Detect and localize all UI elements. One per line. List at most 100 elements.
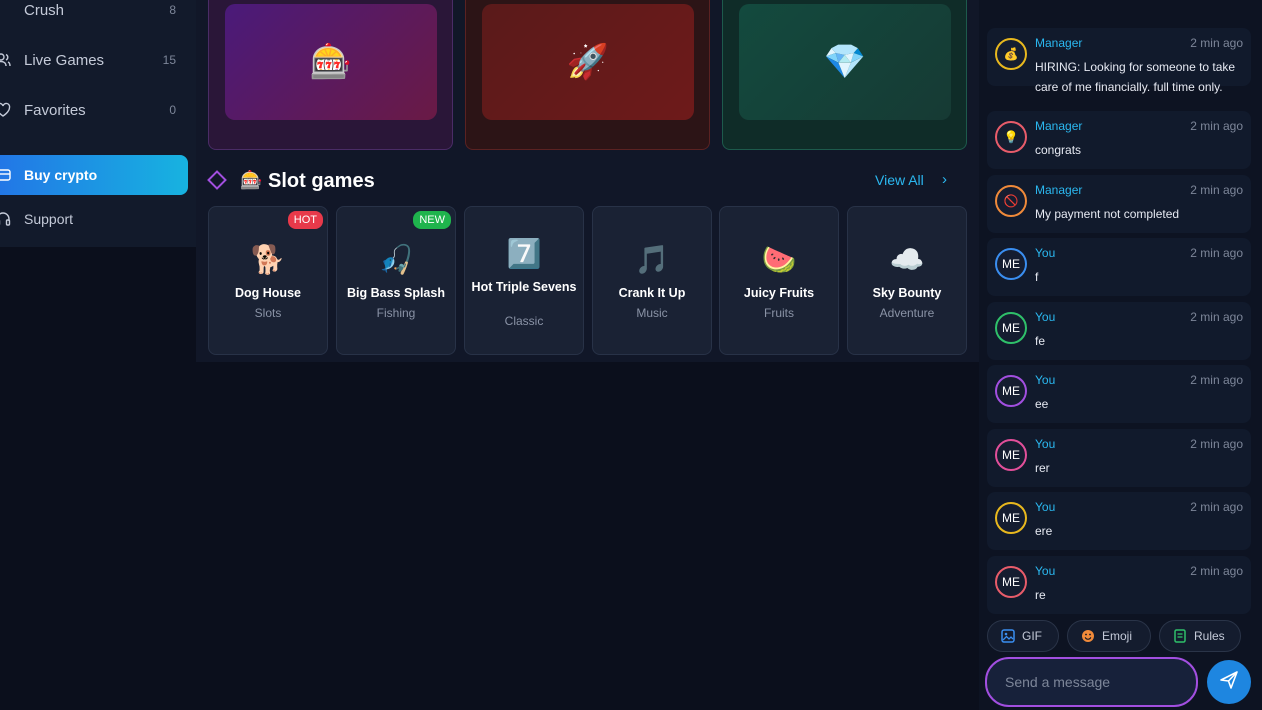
rules-button[interactable]: Rules — [1159, 620, 1241, 652]
buy-crypto-label: Buy crypto — [24, 167, 98, 183]
avatar: 💡 — [995, 121, 1027, 153]
chat-message: 🚫 Manager 2 min ago My payment not compl… — [987, 175, 1251, 233]
message-input[interactable] — [985, 657, 1198, 707]
sidebar: Crush 8 Live Games 15 Favorites 0 Buy cr… — [0, 0, 196, 247]
message-author: Manager — [1035, 119, 1083, 133]
message-time: 2 min ago — [1190, 373, 1243, 387]
game-category: Music — [636, 306, 668, 320]
game-name: Juicy Fruits — [743, 286, 815, 300]
avatar: 🚫 — [995, 185, 1027, 217]
message-text: ere — [1035, 524, 1053, 538]
chat-message: ME You 2 min ago re — [987, 556, 1251, 614]
game-name: Crank It Up — [618, 286, 686, 300]
chat-panel: 💰 Manager 2 min ago HIRING: Looking for … — [979, 0, 1262, 710]
game-card-sky-bounty[interactable]: ☁️ Sky Bounty Adventure — [847, 206, 967, 355]
game-card-big-bass-splash[interactable]: NEW 🎣 Big Bass Splash Fishing — [336, 206, 456, 355]
sidebar-item-count: 0 — [169, 103, 176, 117]
slot-machine-icon: 🎰 — [225, 4, 437, 120]
message-text: My payment not completed — [1035, 207, 1180, 221]
message-author: You — [1035, 373, 1056, 387]
message-time: 2 min ago — [1190, 500, 1243, 514]
sidebar-item-crush[interactable]: Crush 8 — [0, 0, 188, 30]
message-author: You — [1035, 310, 1056, 324]
message-author: Manager — [1035, 183, 1083, 197]
sidebar-item-favorites[interactable]: Favorites 0 — [0, 90, 188, 130]
sidebar-item-support[interactable]: Support — [0, 199, 188, 239]
fishing-icon: 🎣 — [378, 244, 414, 275]
game-card-juicy-fruits[interactable]: 🍉 Juicy Fruits Fruits — [719, 206, 839, 355]
heart-icon — [0, 101, 12, 119]
message-text: f — [1035, 270, 1039, 284]
game-card-hot-triple-sevens[interactable]: 7️⃣ Hot Triple Sevens Classic — [464, 206, 584, 355]
avatar: 💰 — [995, 38, 1027, 70]
new-badge: NEW — [413, 211, 451, 229]
emoji-button[interactable]: Emoji — [1067, 620, 1151, 652]
section-title: Slot games — [268, 170, 375, 192]
avatar: ME — [995, 312, 1027, 344]
message-text: re — [1035, 588, 1046, 602]
featured-game-card[interactable]: 🎰 — [208, 0, 453, 150]
message-time: 2 min ago — [1190, 246, 1243, 260]
message-text: HIRING: Looking for someone to take care… — [1035, 60, 1236, 94]
sidebar-item-count: 8 — [169, 3, 176, 17]
diamond-icon: 💎 — [739, 4, 951, 120]
game-card-dog-house[interactable]: HOT 🐕 Dog House Slots — [208, 206, 328, 355]
view-all-link[interactable]: View All — [875, 172, 924, 188]
sidebar-item-count: 15 — [162, 53, 176, 67]
sidebar-item-label: Crush — [24, 1, 65, 19]
watermelon-icon: 🍉 — [761, 244, 797, 275]
game-category: Fishing — [376, 306, 416, 320]
avatar: ME — [995, 439, 1027, 471]
message-text: ee — [1035, 397, 1049, 411]
message-time: 2 min ago — [1190, 36, 1243, 50]
chat-message: ME You 2 min ago ee — [987, 365, 1251, 423]
message-author: You — [1035, 437, 1056, 451]
chat-message: ME You 2 min ago f — [987, 238, 1251, 296]
buy-crypto-button[interactable]: Buy crypto — [0, 155, 188, 195]
send-button[interactable] — [1207, 660, 1251, 704]
featured-game-card[interactable]: 🚀 — [465, 0, 710, 150]
rules-label: Rules — [1194, 629, 1225, 643]
game-name: Big Bass Splash — [347, 286, 445, 300]
chat-message: ME You 2 min ago fe — [987, 302, 1251, 360]
slot-section-icon: 🎰 — [240, 170, 263, 190]
main-content: 🎰 🚀 💎 🎰 Slot games View All › HOT 🐕 Dog … — [196, 0, 979, 362]
sidebar-item-label: Support — [24, 211, 74, 227]
emoji-label: Emoji — [1102, 629, 1133, 643]
document-icon — [1172, 628, 1188, 644]
featured-game-card[interactable]: 💎 — [722, 0, 967, 150]
game-card-crank-it-up[interactable]: 🎵 Crank It Up Music — [592, 206, 712, 355]
sidebar-item-label: Live Games — [24, 51, 105, 69]
chevron-right-icon[interactable]: › — [942, 171, 947, 188]
message-time: 2 min ago — [1190, 183, 1243, 197]
avatar: ME — [995, 248, 1027, 280]
message-time: 2 min ago — [1190, 564, 1243, 578]
game-category: Classic — [504, 314, 544, 328]
message-time: 2 min ago — [1190, 437, 1243, 451]
send-icon — [1219, 670, 1239, 695]
crush-icon — [0, 1, 12, 19]
music-note-icon: 🎵 — [634, 244, 670, 275]
message-text: congrats — [1035, 143, 1082, 157]
message-author: You — [1035, 500, 1056, 514]
game-name: Hot Triple Sevens — [471, 280, 577, 294]
message-text: rer — [1035, 461, 1050, 475]
game-category: Fruits — [764, 306, 794, 320]
dog-icon: 🐕 — [250, 244, 286, 275]
game-name: Dog House — [235, 286, 301, 300]
rocket-icon: 🚀 — [482, 4, 694, 120]
avatar: ME — [995, 502, 1027, 534]
sidebar-item-label: Favorites — [24, 101, 86, 119]
card-icon — [0, 166, 12, 184]
message-author: You — [1035, 564, 1056, 578]
gif-button[interactable]: GIF — [987, 620, 1059, 652]
avatar: ME — [995, 375, 1027, 407]
chat-message: 💡 Manager 2 min ago congrats — [987, 111, 1251, 169]
sidebar-item-live-games[interactable]: Live Games 15 — [0, 40, 188, 80]
chat-message: ME You 2 min ago rer — [987, 429, 1251, 487]
chat-message: 💰 Manager 2 min ago HIRING: Looking for … — [987, 28, 1251, 94]
smile-icon — [1080, 628, 1096, 644]
gif-label: GIF — [1022, 629, 1042, 643]
avatar: ME — [995, 566, 1027, 598]
game-category: Slots — [254, 306, 282, 320]
